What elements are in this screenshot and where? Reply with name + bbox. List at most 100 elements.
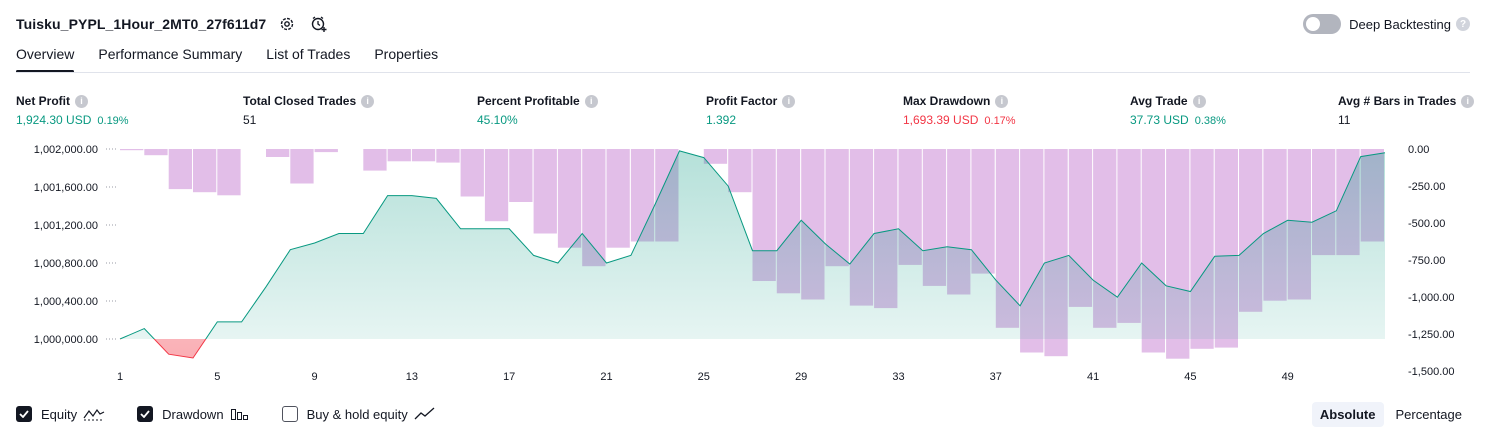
drawdown-bar	[484, 149, 509, 222]
drawdown-bar	[557, 149, 582, 248]
metric-avg-bars-in-trades: Avg # Bars in Trades i 11	[1338, 94, 1475, 127]
drawdown-bar	[387, 149, 411, 162]
deep-backtesting-control: Deep Backtesting ?	[1303, 12, 1470, 36]
right-axis-tick-label: 0.00	[1408, 144, 1429, 156]
x-axis-tick-label: 29	[795, 371, 807, 383]
tab-list-of-trades[interactable]: List of Trades	[266, 46, 350, 72]
left-axis-tick-label: 1,002,000.00	[34, 144, 98, 156]
drawdown-bar	[144, 149, 168, 156]
tabs-divider	[16, 72, 1470, 73]
strategy-title: Tuisku_PYPL_1Hour_2MT0_27f611d7	[16, 16, 267, 32]
drawdown-bar	[168, 149, 192, 190]
left-axis-tick-label: 1,000,400.00	[34, 296, 98, 308]
metric-label: Max Drawdown	[903, 94, 991, 108]
metric-max-drawdown: Max Drawdown i 1,693.39 USD 0.17%	[903, 94, 1016, 127]
metric-label: Avg Trade	[1130, 94, 1188, 108]
metric-percent: 0.38%	[1194, 115, 1226, 127]
metric-value: 45.10%	[477, 113, 518, 127]
drawdown-bar	[411, 149, 436, 162]
x-axis-tick-label: 37	[990, 371, 1002, 383]
x-axis-tick-label: 5	[214, 371, 220, 383]
info-icon[interactable]: i	[1461, 94, 1475, 108]
left-axis-tick-label: 1,001,200.00	[34, 220, 98, 232]
metric-percent: 0.19%	[97, 115, 129, 127]
metric-label: Net Profit	[16, 94, 70, 108]
drawdown-bar	[728, 149, 752, 193]
metric-percent-profitable: Percent Profitable i 45.10%	[477, 94, 598, 127]
drawdown-bar	[193, 149, 217, 193]
drawdown-bar	[533, 149, 557, 234]
tab-properties[interactable]: Properties	[374, 46, 438, 72]
metric-total-closed-trades: Total Closed Trades i 51	[243, 94, 375, 127]
drawdown-bar	[363, 149, 387, 171]
right-axis-tick-label: -500.00	[1408, 218, 1445, 230]
metric-value: 37.73 USD	[1130, 113, 1189, 127]
value-mode-switch: Absolute Percentage	[1308, 402, 1470, 427]
metric-label: Percent Profitable	[477, 94, 580, 108]
right-axis-tick-label: -250.00	[1408, 181, 1445, 193]
legend-label: Buy & hold equity	[306, 406, 408, 422]
info-icon[interactable]: i	[584, 94, 598, 108]
drawdown-bar	[120, 149, 144, 151]
legend-label: Drawdown	[162, 406, 224, 422]
drawdown-bars-icon	[230, 407, 250, 421]
metric-profit-factor: Profit Factor i 1.392	[706, 94, 796, 127]
tab-performance-summary[interactable]: Performance Summary	[98, 46, 242, 72]
report-tabs: Overview Performance Summary List of Tra…	[16, 46, 462, 74]
info-icon[interactable]: i	[782, 94, 796, 108]
chart-legend: Equity Drawdown Buy & hold equity	[16, 403, 468, 425]
metric-label: Avg # Bars in Trades	[1338, 94, 1457, 108]
x-axis-tick-label: 45	[1184, 371, 1196, 383]
drawdown-checkbox[interactable]	[137, 406, 154, 422]
settings-gear-icon[interactable]	[276, 13, 298, 35]
legend-label: Equity	[41, 406, 78, 422]
right-axis-tick-label: -1,500.00	[1408, 366, 1454, 378]
legend-equity[interactable]: Equity	[16, 406, 105, 422]
x-axis-tick-label: 41	[1087, 371, 1099, 383]
drawdown-bar	[266, 149, 290, 157]
strategy-header: Tuisku_PYPL_1Hour_2MT0_27f611d7	[16, 12, 330, 36]
left-axis-tick-label: 1,000,800.00	[34, 258, 98, 270]
x-axis-tick-label: 13	[406, 371, 418, 383]
info-icon[interactable]: i	[995, 94, 1009, 108]
left-axis-tick-label: 1,001,600.00	[34, 182, 98, 194]
metric-avg-trade: Avg Trade i 37.73 USD 0.38%	[1130, 94, 1226, 127]
equity-drawdown-chart[interactable]: 1,002,000.00 1,001,600.00 1,001,200.00 1,00…	[0, 136, 1486, 398]
drawdown-bar	[290, 149, 314, 184]
metric-net-profit: Net Profit i 1,924.30 USD 0.19%	[16, 94, 129, 127]
drawdown-bar	[314, 149, 338, 153]
info-icon[interactable]: i	[75, 94, 88, 108]
x-axis-tick-label: 49	[1282, 371, 1294, 383]
right-axis-tick-label: -750.00	[1408, 255, 1445, 267]
metric-label: Total Closed Trades	[243, 94, 357, 108]
x-axis-tick-label: 33	[892, 371, 904, 383]
deep-backtesting-toggle[interactable]	[1303, 14, 1342, 34]
info-icon[interactable]: i	[361, 94, 375, 108]
buy-hold-checkbox[interactable]	[281, 406, 298, 422]
metric-label: Profit Factor	[706, 94, 778, 108]
right-axis-tick-label: -1,000.00	[1408, 292, 1454, 304]
x-axis-tick-label: 17	[503, 371, 515, 383]
drawdown-bar	[436, 149, 460, 163]
drawdown-bar	[509, 149, 533, 202]
metric-value: 1,693.39 USD	[903, 113, 979, 127]
drawdown-bar	[606, 149, 630, 248]
drawdown-bar	[217, 149, 241, 196]
right-axis-tick-label: -1,250.00	[1408, 329, 1454, 341]
help-icon[interactable]: ?	[1456, 17, 1470, 31]
legend-buy-hold-equity[interactable]: Buy & hold equity	[281, 406, 436, 422]
metric-value: 51	[243, 113, 257, 127]
metric-percent: 0.17%	[984, 115, 1016, 127]
equity-line-icon	[83, 407, 105, 421]
equity-checkbox[interactable]	[16, 406, 32, 422]
absolute-button[interactable]: Absolute	[1311, 402, 1384, 427]
percentage-button[interactable]: Percentage	[1388, 402, 1471, 427]
metric-value: 1.392	[706, 113, 737, 127]
add-alert-clock-icon[interactable]	[308, 13, 330, 35]
info-icon[interactable]: i	[1192, 94, 1206, 108]
left-axis-tick-label: 1,000,000.00	[34, 334, 98, 346]
tab-overview[interactable]: Overview	[16, 46, 75, 73]
metric-value: 11	[1338, 113, 1351, 127]
buy-hold-line-icon	[414, 407, 436, 421]
legend-drawdown[interactable]: Drawdown	[137, 406, 249, 422]
